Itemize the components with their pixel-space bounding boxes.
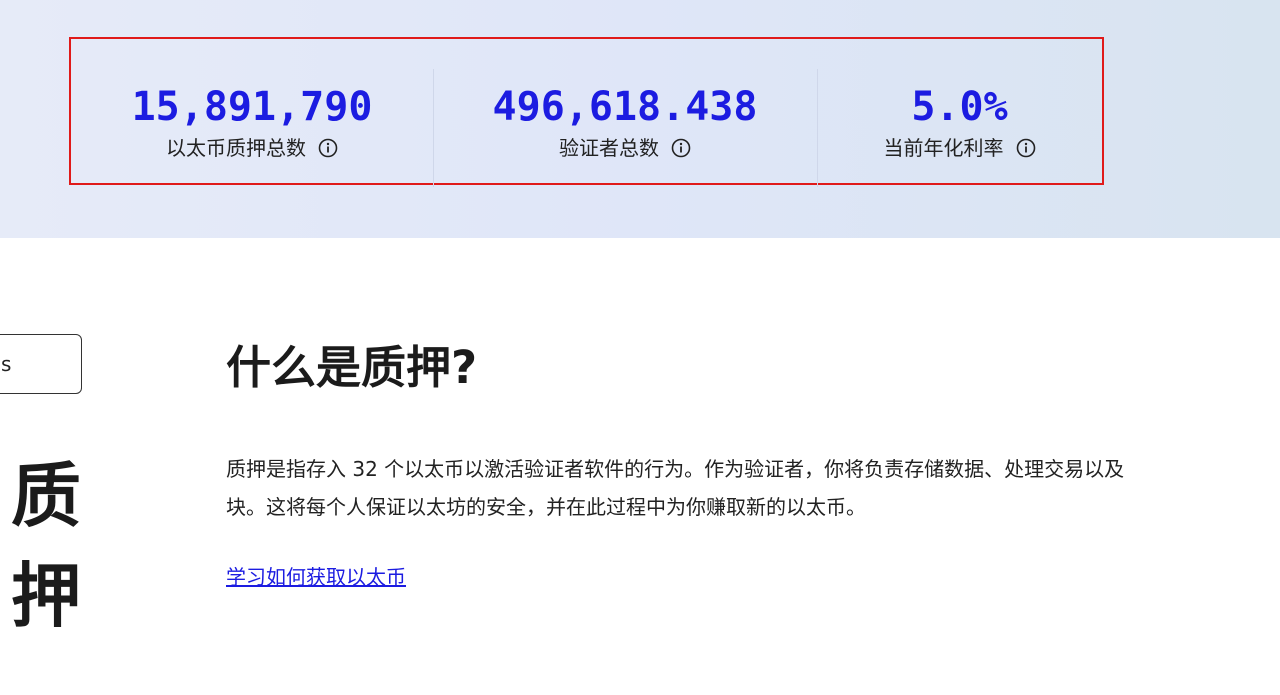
side-page-title: 质 押	[11, 446, 81, 646]
stat-value: 496,618.438	[492, 84, 758, 130]
stats-banner: 15,891,790 以太币质押总数 496,618.438 验证者总数 5.0…	[0, 0, 1280, 238]
stat-value: 5.0%	[911, 84, 1008, 130]
stat-value: 15,891,790	[131, 84, 373, 130]
stat-label-text: 验证者总数	[559, 136, 659, 160]
info-icon[interactable]	[1016, 138, 1036, 158]
stat-label-text: 以太币质押总数	[166, 136, 306, 160]
side-nav-button-label: s	[1, 352, 12, 376]
stat-validators: 496,618.438 验证者总数	[433, 39, 817, 187]
side-title-line: 质	[11, 455, 81, 537]
info-icon[interactable]	[318, 138, 338, 158]
section-body: 质押是指存入 32 个以太币以激活验证者软件的行为。作为验证者，你将负责存储数据…	[226, 450, 1280, 526]
side-nav-button[interactable]: s	[0, 334, 82, 394]
side-title-line: 押	[11, 555, 81, 637]
stat-label: 验证者总数	[559, 135, 691, 161]
section-title: 什么是质押?	[226, 341, 478, 394]
body-line: 质押是指存入 32 个以太币以激活验证者软件的行为。作为验证者，你将负责存储数据…	[226, 457, 1125, 481]
stat-label-text: 当前年化利率	[883, 136, 1004, 160]
stat-label: 以太币质押总数	[166, 135, 338, 161]
info-icon[interactable]	[671, 138, 691, 158]
stat-label: 当前年化利率	[884, 135, 1036, 161]
learn-get-eth-link[interactable]: 学习如何获取以太币	[226, 562, 406, 592]
stat-apr: 5.0% 当前年化利率	[817, 39, 1102, 187]
stat-total-staked: 15,891,790 以太币质押总数	[71, 39, 433, 183]
staking-stats: 15,891,790 以太币质押总数 496,618.438 验证者总数 5.0…	[69, 37, 1104, 187]
body-line: 块。这将每个人保证以太坊的安全，并在此过程中为你赚取新的以太币。	[226, 495, 866, 519]
